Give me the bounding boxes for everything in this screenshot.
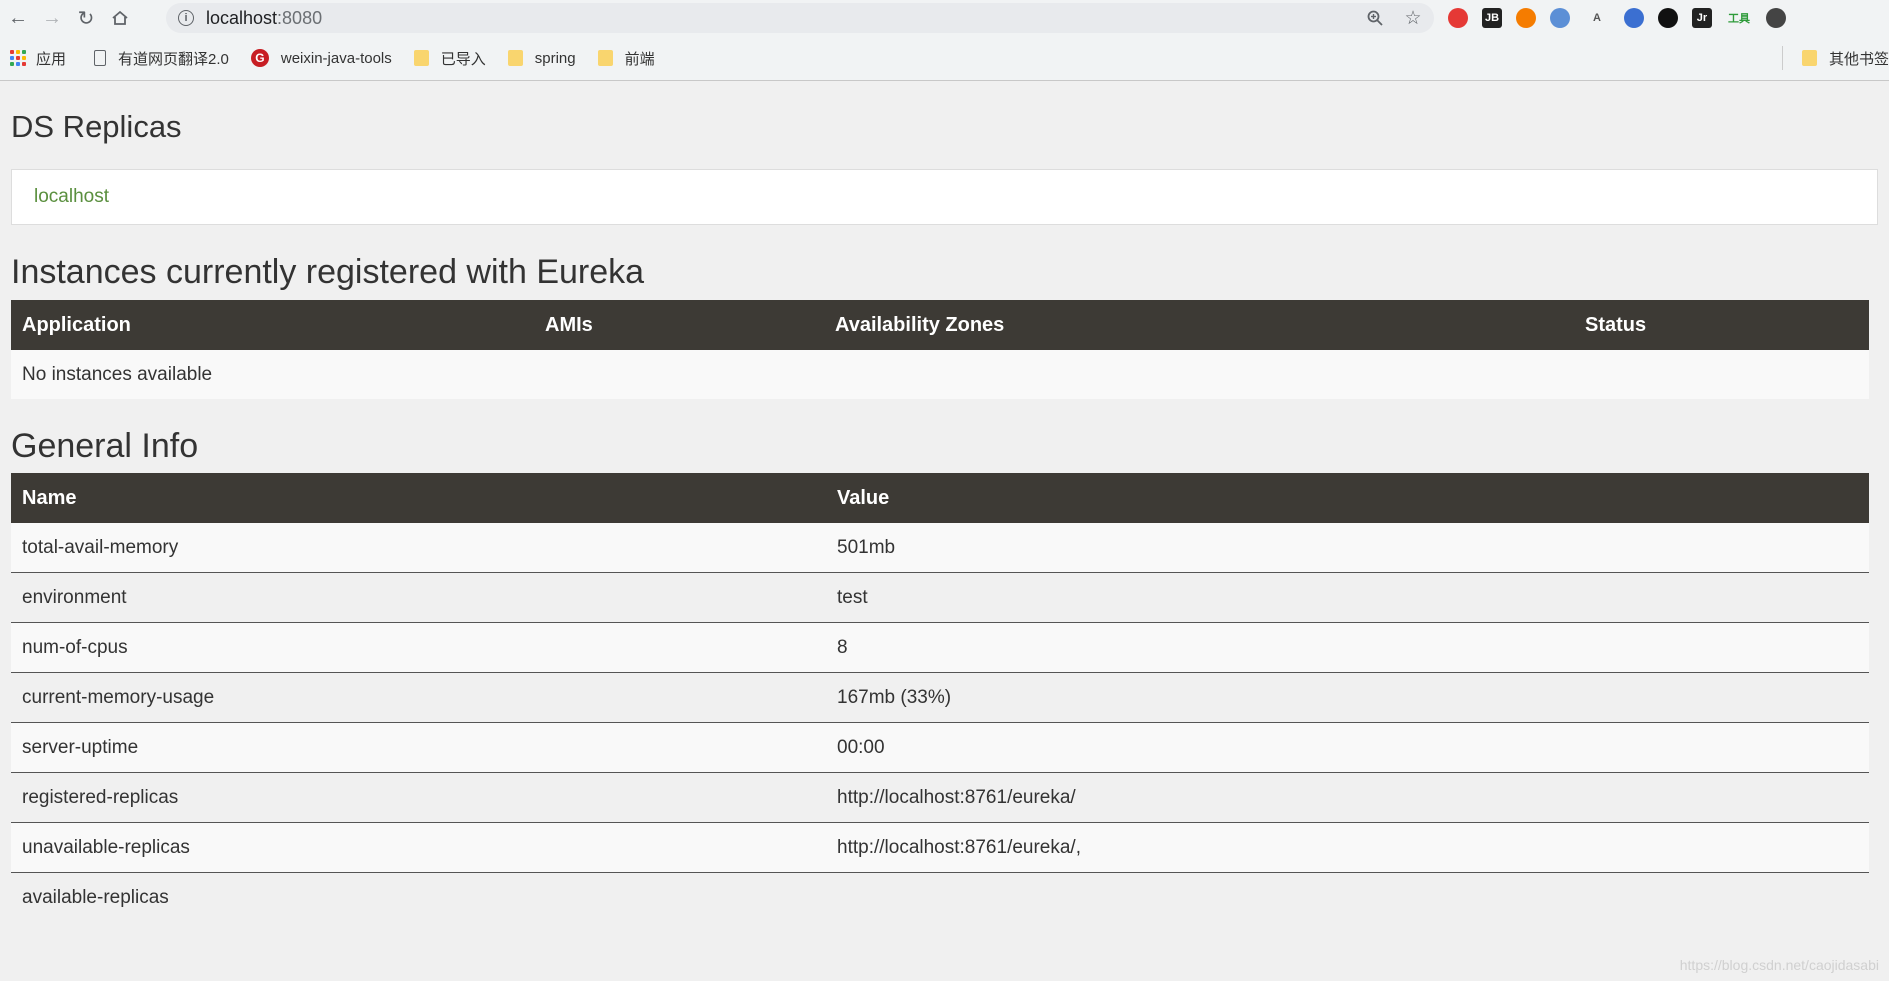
page-content: DS Replicas localhost Instances currentl…	[0, 81, 1889, 922]
table-row: num-of-cpus 8	[11, 622, 1869, 673]
info-value: http://localhost:8761/eureka/	[826, 772, 1869, 823]
bookmark-label: spring	[534, 49, 576, 67]
bookmark-label: 有道网页翻译2.0	[118, 50, 229, 68]
zoom-icon[interactable]	[1364, 7, 1386, 29]
general-info-heading: General Info	[11, 427, 199, 465]
replica-link[interactable]: localhost	[34, 186, 109, 208]
url-text: localhost:8080	[206, 8, 322, 29]
bookmark-apps[interactable]: 应用	[0, 48, 66, 69]
table-row: registered-replicas http://localhost:8761…	[11, 772, 1869, 823]
home-icon	[112, 10, 128, 25]
tools-icon[interactable]: 工具	[1726, 5, 1752, 31]
page-icon	[94, 50, 107, 66]
bookmark-folder-spring[interactable]: spring	[507, 49, 576, 67]
instances-heading: Instances currently registered with Eure…	[11, 253, 645, 291]
reload-icon: ↻	[77, 7, 95, 30]
instances-header-row: Application AMIs Availability Zones Stat…	[11, 300, 1869, 350]
url-port: :8080	[277, 7, 323, 28]
folder-icon	[1801, 50, 1817, 66]
bookmark-label: 其他书签	[1828, 50, 1889, 68]
info-value: 501mb	[826, 523, 1869, 573]
column-header-status: Status	[1574, 300, 1869, 350]
extension-circle-icon[interactable]	[1658, 8, 1678, 28]
general-header-row: Name Value	[11, 473, 1869, 523]
browser-toolbar: ← → ↻ i localhost:8080 ☆ JB A Jr 工具	[0, 0, 1889, 36]
info-name: registered-replicas	[11, 772, 826, 823]
translate-icon[interactable]	[1624, 8, 1644, 28]
home-button[interactable]	[104, 2, 136, 34]
info-name: num-of-cpus	[11, 622, 826, 673]
no-instances-message: No instances available	[11, 350, 1869, 399]
table-row: No instances available	[11, 350, 1869, 399]
bookmarks-divider	[1782, 46, 1783, 70]
folder-icon	[507, 50, 523, 66]
bookmark-label: weixin-java-tools	[280, 49, 392, 67]
table-row: total-avail-memory 501mb	[11, 523, 1869, 573]
info-name: unavailable-replicas	[11, 822, 826, 873]
info-name: current-memory-usage	[11, 672, 826, 723]
table-row: current-memory-usage 167mb (33%)	[11, 672, 1869, 723]
table-row: environment test	[11, 572, 1869, 623]
forward-button[interactable]: →	[36, 2, 68, 34]
jetbrains-icon[interactable]: JB	[1482, 8, 1502, 28]
site-info-icon[interactable]: i	[178, 10, 194, 26]
info-name: environment	[11, 572, 826, 623]
arrow-left-icon: ←	[8, 6, 28, 29]
profile-avatar-icon[interactable]	[1766, 8, 1786, 28]
general-info-table: Name Value total-avail-memory 501mb envir…	[11, 473, 1869, 922]
info-value: http://localhost:8761/eureka/,	[826, 822, 1869, 873]
watermark-text: https://blog.csdn.net/caojidasabi	[1679, 957, 1879, 973]
bookmark-other[interactable]: 其他书签	[1801, 36, 1889, 80]
apps-grid-icon	[10, 50, 26, 66]
url-host: localhost	[206, 7, 278, 28]
info-name: server-uptime	[11, 722, 826, 773]
folder-icon	[597, 50, 613, 66]
ds-replicas-box: localhost	[11, 169, 1878, 225]
back-button[interactable]: ←	[2, 2, 34, 34]
column-header-value: Value	[826, 473, 1869, 523]
bookmark-label: 应用	[36, 50, 67, 68]
bookmarks-bar: 应用 有道网页翻译2.0 G weixin-java-tools 已导入 spr…	[0, 36, 1889, 81]
info-value: 167mb (33%)	[826, 672, 1869, 723]
table-row: server-uptime 00:00	[11, 722, 1869, 773]
folder-icon	[413, 50, 429, 66]
reload-button[interactable]: ↻	[70, 2, 102, 34]
column-header-name: Name	[11, 473, 826, 523]
page-title: DS Replicas	[11, 109, 182, 144]
table-row: unavailable-replicas http://localhost:876…	[11, 822, 1869, 873]
info-value	[826, 872, 1869, 922]
column-header-amis: AMIs	[534, 300, 824, 350]
column-header-availability-zones: Availability Zones	[824, 300, 1574, 350]
instances-table: Application AMIs Availability Zones Stat…	[11, 300, 1869, 399]
info-value: test	[826, 572, 1869, 623]
address-bar[interactable]: i localhost:8080 ☆	[166, 3, 1434, 33]
bookmark-label: 前端	[624, 50, 655, 68]
extension-jr-icon[interactable]: Jr	[1692, 8, 1712, 28]
arrow-right-icon: →	[42, 6, 62, 29]
bookmark-folder-frontend[interactable]: 前端	[597, 48, 655, 69]
bookmark-youdao[interactable]: 有道网页翻译2.0	[88, 48, 229, 69]
info-name: available-replicas	[11, 872, 826, 922]
extensions-bar: JB A Jr 工具	[1448, 5, 1786, 31]
table-row: available-replicas	[11, 872, 1869, 922]
info-name: total-avail-memory	[11, 523, 826, 573]
bookmark-star-icon[interactable]: ☆	[1402, 7, 1424, 29]
gitee-icon: G	[250, 49, 269, 67]
info-value: 00:00	[826, 722, 1869, 773]
bookmark-label: 已导入	[440, 50, 486, 68]
extension-orange-icon[interactable]	[1516, 8, 1536, 28]
bookmark-weixin-java-tools[interactable]: G weixin-java-tools	[250, 49, 392, 67]
adblock-icon[interactable]	[1448, 8, 1468, 28]
bookmark-folder-imported[interactable]: 已导入	[413, 48, 486, 69]
extension-a-icon[interactable]: A	[1584, 5, 1610, 31]
info-value: 8	[826, 622, 1869, 673]
column-header-application: Application	[11, 300, 534, 350]
extension-blue-icon[interactable]	[1550, 8, 1570, 28]
